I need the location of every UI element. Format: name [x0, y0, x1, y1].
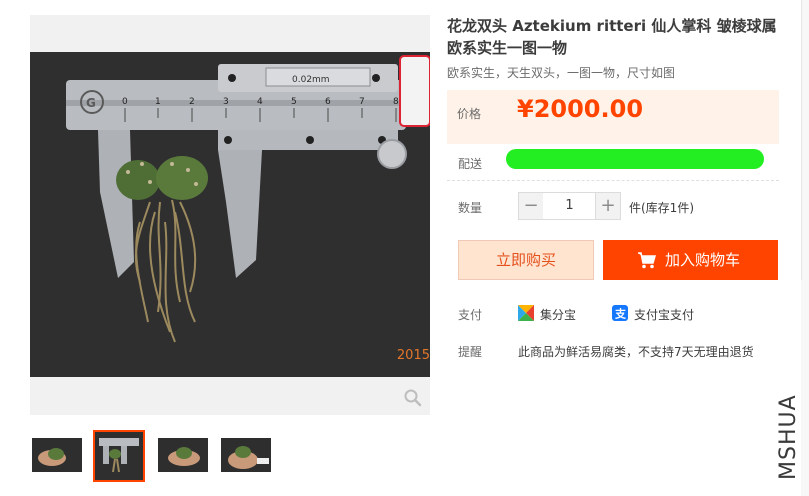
payment-label: 支付: [458, 308, 483, 322]
thumbnail[interactable]: [158, 438, 208, 472]
payment-method-jifenbao[interactable]: 集分宝: [540, 306, 576, 323]
thumbnail[interactable]: [221, 438, 271, 472]
svg-text:2: 2: [189, 97, 195, 107]
payment-method-alipay[interactable]: 支付宝支付: [634, 306, 694, 323]
add-to-cart-label: 加入购物车: [665, 251, 741, 269]
svg-text:1: 1: [155, 97, 161, 107]
caliper-photo: 0 1 2 3 4 5 6 7 8 G 0.02mm: [30, 52, 430, 377]
price-label: 价格: [457, 107, 482, 121]
svg-text:6: 6: [325, 97, 331, 107]
svg-text:8: 8: [393, 97, 399, 107]
reminder-text: 此商品为鲜活易腐类，不支持7天无理由退货: [518, 345, 754, 359]
reminder-label: 提醒: [458, 345, 483, 359]
svg-text:G: G: [86, 96, 96, 110]
buy-now-button[interactable]: 立即购买: [458, 240, 594, 280]
jifenbao-icon: [518, 305, 534, 321]
divider: [447, 180, 779, 181]
thumbnail[interactable]: [32, 438, 82, 472]
product-main-image[interactable]: 0 1 2 3 4 5 6 7 8 G 0.02mm 2015: [30, 52, 430, 377]
svg-text:5: 5: [291, 97, 297, 107]
price-value: ¥2000.00: [517, 95, 644, 123]
watermark: MSHUA: [770, 382, 802, 482]
price-panel: 价格 ¥2000.00: [447, 90, 779, 144]
top-cutoff-text: [742, 0, 772, 4]
thumbnail-strip: [30, 430, 290, 484]
svg-text:7: 7: [359, 97, 365, 107]
product-title: 花龙双头 Aztekium ritteri 仙人掌科 皱棱球属 欧系实生一图一物: [447, 17, 777, 57]
product-subtitle: 欧系实生，天生双头，一图一物，尺寸如图: [447, 66, 676, 80]
watermark-text: MSHUA: [776, 394, 801, 480]
zoom-icon[interactable]: [404, 389, 422, 407]
alipay-icon: 支: [612, 305, 628, 321]
svg-text:4: 4: [257, 97, 263, 107]
quantity-increase-button[interactable]: +: [595, 192, 621, 220]
svg-text:支: 支: [614, 307, 627, 321]
cart-icon: [638, 252, 656, 269]
right-page-edge: [801, 0, 809, 496]
shipping-info-redacted: [506, 149, 764, 169]
stock-text: 件(库存1件): [629, 201, 694, 215]
svg-text:0.02mm: 0.02mm: [292, 75, 330, 85]
quantity-decrease-button[interactable]: −: [518, 192, 544, 220]
product-gallery: 0 1 2 3 4 5 6 7 8 G 0.02mm 2015: [30, 15, 430, 415]
add-to-cart-button[interactable]: 加入购物车: [603, 240, 778, 280]
quantity-input[interactable]: 1: [543, 192, 596, 220]
photo-date-stamp: 2015: [396, 348, 430, 363]
quantity-label: 数量: [458, 201, 483, 215]
svg-text:3: 3: [223, 97, 229, 107]
shipping-label: 配送: [458, 157, 483, 171]
svg-text:0: 0: [122, 97, 128, 107]
thumbnail-selected[interactable]: [93, 430, 145, 482]
